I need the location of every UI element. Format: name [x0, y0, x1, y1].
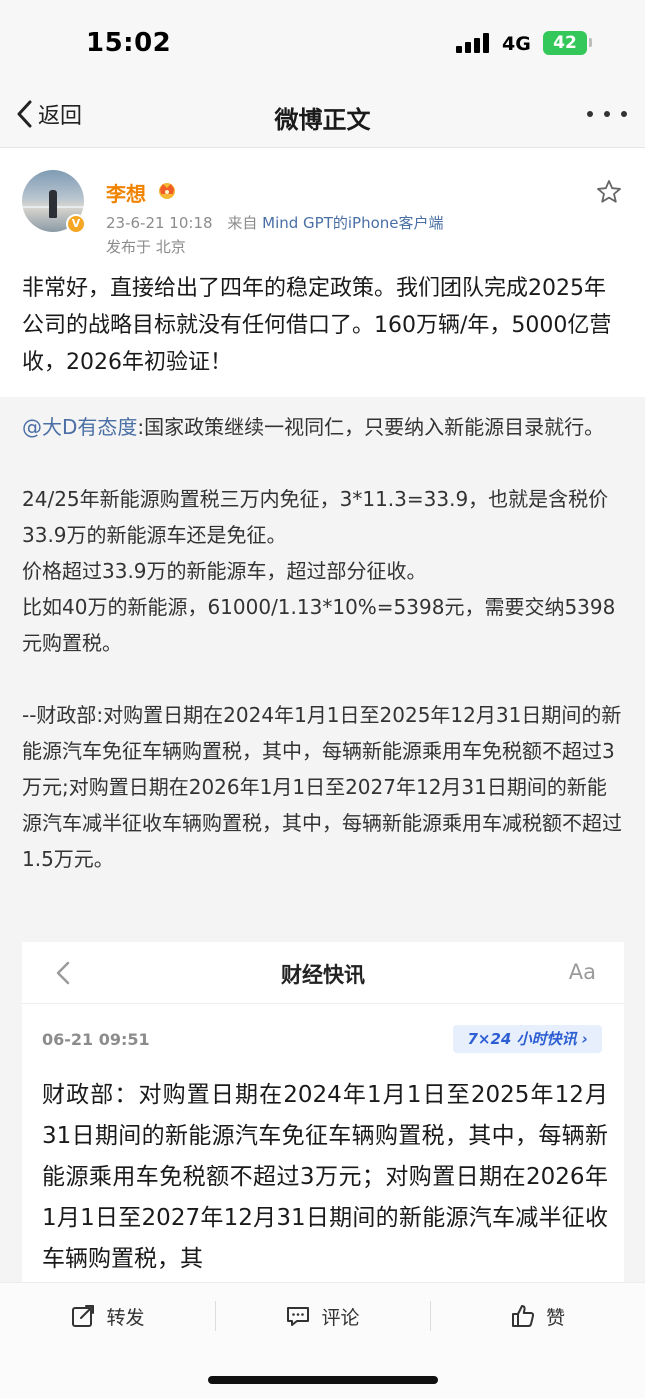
repost-area[interactable]: @大D有态度:国家政策继续一视同仁，只要纳入新能源目录就行。 24/25年新能源…: [0, 397, 645, 1282]
mention-link[interactable]: @大D有态度: [22, 415, 137, 439]
home-indicator[interactable]: [208, 1376, 438, 1384]
post-source[interactable]: Mind GPT的iPhone客户端: [262, 214, 443, 232]
crown-icon: [159, 183, 175, 199]
repost-button[interactable]: 转发: [0, 1283, 215, 1349]
repost-text: @大D有态度:国家政策继续一视同仁，只要纳入新能源目录就行。 24/25年新能源…: [22, 409, 626, 913]
repost-label: 转发: [106, 1306, 145, 1329]
like-label: 赞: [545, 1306, 565, 1329]
star-icon[interactable]: [595, 178, 623, 206]
font-size-button: Aa: [568, 960, 596, 984]
repost-paragraph-3: --财政部:对购置日期在2024年1月1日至2025年12月31日期间的新能源汽…: [22, 703, 622, 871]
post-date: 23-6-21 10:18: [106, 214, 213, 232]
post-content: 非常好，直接给出了四年的稳定政策。我们团队完成2025年公司的战略目标就没有任何…: [22, 276, 612, 375]
card-badge: 7×24 小时快讯 ›: [453, 1025, 602, 1053]
comment-icon: [287, 1307, 310, 1326]
network-label: 4G: [502, 33, 531, 55]
repost-icon: [72, 1305, 95, 1327]
chevron-left-icon: [17, 100, 32, 128]
comment-label: 评论: [321, 1306, 360, 1329]
battery-tip: [589, 38, 592, 47]
post-meta: 23-6-21 10:18 来自 Mind GPT的iPhone客户端: [106, 212, 444, 233]
home-indicator-area: [0, 1348, 645, 1398]
chevron-left-icon: [56, 961, 70, 985]
news-card-image[interactable]: 财经快讯 Aa 06-21 09:51 7×24 小时快讯 › 财政部：对购置日…: [22, 942, 624, 1282]
like-button[interactable]: 赞: [430, 1283, 645, 1349]
more-icon[interactable]: [587, 102, 627, 126]
card-text: 财政部：对购置日期在2024年1月1日至2025年12月31日期间的新能源汽车免…: [42, 1082, 608, 1272]
post-source-prefix: 来自: [227, 214, 258, 232]
author-name[interactable]: 李想: [106, 178, 146, 207]
back-label: 返回: [38, 104, 83, 129]
back-button[interactable]: 返回: [14, 98, 82, 130]
card-date: 06-21 09:51: [42, 1030, 150, 1049]
battery-icon: 42: [543, 31, 587, 55]
thumbs-up-icon: [511, 1305, 535, 1327]
signal-icon: [456, 33, 492, 53]
status-time: 15:02: [86, 28, 172, 58]
verified-badge: V: [66, 214, 86, 234]
repost-paragraph-2: 24/25年新能源购置税三万内免征，3*11.3=33.9，也就是含税价33.9…: [22, 487, 616, 655]
action-bar: 转发 评论 赞: [0, 1282, 645, 1348]
repost-paragraph-1: @大D有态度:国家政策继续一视同仁，只要纳入新能源目录就行。: [22, 409, 626, 445]
repost-lead: :国家政策继续一视同仁，只要纳入新能源目录就行。: [137, 415, 605, 439]
card-title: 财经快讯: [281, 963, 365, 987]
page-title: 微博正文: [274, 106, 371, 134]
status-bar: 15:02 4G 42: [0, 0, 645, 80]
card-header: 财经快讯 Aa: [22, 942, 624, 1004]
comment-button[interactable]: 评论: [215, 1283, 430, 1349]
post-header: 李想 23-6-21 10:18 来自 Mind GPT的iPhone客户端 发…: [0, 150, 645, 265]
nav-bar: 返回 微博正文: [0, 80, 645, 148]
post-location: 发布于 北京: [106, 238, 186, 256]
